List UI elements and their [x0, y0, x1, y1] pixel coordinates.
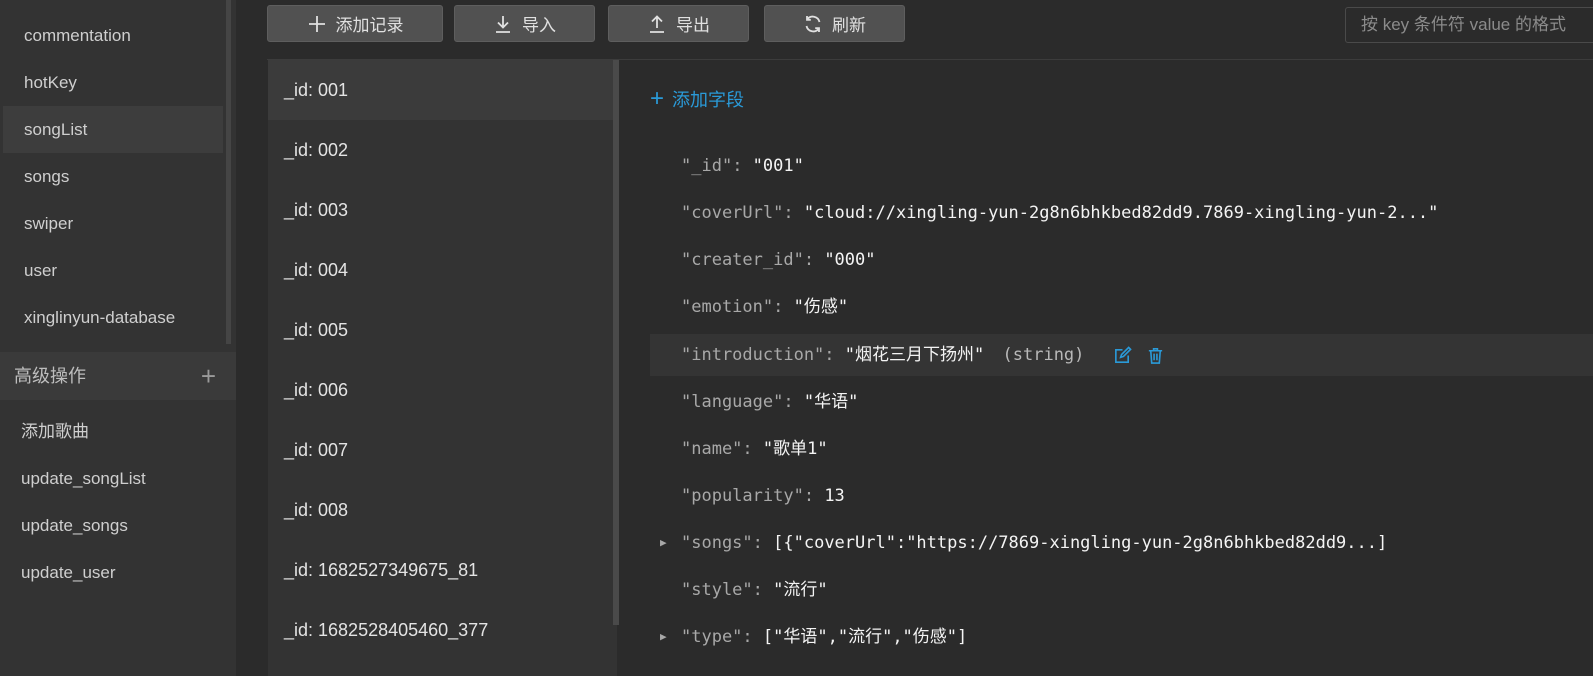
field-value: "烟花三月下扬州" [844, 345, 985, 365]
record-list: _id: 001 _id: 002 _id: 003 _id: 004 _id:… [268, 60, 617, 676]
collection-list: commentation hotKey songList songs swipe… [0, 12, 228, 341]
sidebar: commentation hotKey songList songs swipe… [0, 0, 236, 676]
record-item[interactable]: _id: 005 [268, 300, 617, 360]
add-field-label: 添加字段 [672, 90, 745, 110]
field-value: "伤感" [793, 297, 849, 317]
record-item[interactable]: _id: 1682527349675_81 [268, 540, 617, 600]
record-item[interactable]: _id: 007 [268, 420, 617, 480]
add-operation-icon[interactable]: + [201, 352, 216, 400]
field-key: "language" [681, 392, 784, 412]
import-button[interactable]: 导入 [454, 5, 595, 42]
record-item[interactable]: _id: 1682528405460_377 [268, 600, 617, 660]
record-item[interactable]: _id: 006 [268, 360, 617, 420]
advanced-operations-header: 高级操作 + [0, 352, 236, 400]
field-row-type[interactable]: ▶ "type": ["华语","流行","伤感"] [650, 617, 1593, 657]
operation-item-update-user[interactable]: update_user [0, 549, 220, 596]
field-row-creater-id[interactable]: "creater_id": "000" [650, 240, 1593, 280]
field-row-name[interactable]: "name": "歌单1" [650, 429, 1593, 469]
plus-icon [308, 15, 325, 32]
collection-item-user[interactable]: user [3, 247, 223, 294]
operation-item-update-songs[interactable]: update_songs [0, 502, 220, 549]
refresh-label: 刷新 [832, 16, 866, 35]
field-key: "style" [681, 580, 753, 600]
field-row-introduction[interactable]: "introduction": "烟花三月下扬州" (string) [650, 334, 1593, 376]
field-actions [1113, 345, 1165, 365]
field-value: "华语" [803, 392, 859, 412]
collection-item-songlist[interactable]: songList [3, 106, 223, 153]
field-value: 13 [824, 486, 845, 506]
record-item[interactable]: _id: 003 [268, 180, 617, 240]
sidebar-scrollbar[interactable] [226, 0, 231, 344]
field-row-emotion[interactable]: "emotion": "伤感" [650, 287, 1593, 327]
advanced-operations-title: 高级操作 [14, 366, 86, 386]
collection-item-commentation[interactable]: commentation [3, 12, 223, 59]
edit-icon[interactable] [1113, 345, 1132, 365]
record-list-scrollbar[interactable] [613, 60, 619, 625]
expand-triangle-icon[interactable]: ▶ [660, 523, 667, 563]
field-value: "000" [824, 250, 876, 270]
plus-icon: + [650, 85, 665, 112]
field-key: "creater_id" [681, 250, 804, 270]
field-key: "type" [681, 627, 743, 647]
advanced-operations-list: 添加歌曲 update_songList update_songs update… [0, 408, 228, 596]
collection-item-songs[interactable]: songs [3, 153, 223, 200]
search-input[interactable] [1345, 7, 1593, 43]
field-key: "songs" [681, 533, 753, 553]
field-value: [{"coverUrl":"https://7869-xingling-yun-… [773, 533, 1388, 553]
add-record-label: 添加记录 [335, 16, 404, 35]
operation-item-add-song[interactable]: 添加歌曲 [0, 408, 220, 455]
field-value: "001" [752, 156, 804, 176]
field-key: "_id" [681, 156, 733, 176]
collection-item-hotkey[interactable]: hotKey [3, 59, 223, 106]
record-item[interactable]: _id: 002 [268, 120, 617, 180]
field-value: ["华语","流行","伤感"] [762, 627, 968, 647]
record-item[interactable]: _id: 001 [268, 60, 617, 120]
field-value: "流行" [773, 580, 828, 600]
export-label: 导出 [676, 16, 710, 35]
add-record-button[interactable]: 添加记录 [267, 5, 443, 42]
trash-icon[interactable] [1146, 346, 1165, 365]
field-type: (string) [1002, 345, 1085, 365]
field-value: "歌单1" [762, 439, 828, 459]
import-label: 导入 [522, 16, 556, 35]
record-item[interactable]: _id: 004 [268, 240, 617, 300]
field-key: "emotion" [681, 297, 774, 317]
field-row-popularity[interactable]: "popularity": 13 [650, 476, 1593, 516]
field-row-coverurl[interactable]: "coverUrl": "cloud://xingling-yun-2g8n6b… [650, 193, 1593, 233]
refresh-icon [805, 15, 821, 32]
download-icon [496, 15, 510, 33]
upload-icon [650, 14, 664, 33]
collection-item-swiper[interactable]: swiper [3, 200, 223, 247]
field-key: "introduction" [681, 345, 825, 365]
expand-triangle-icon[interactable]: ▶ [660, 617, 667, 657]
record-item[interactable]: _id: 008 [268, 480, 617, 540]
collection-item-xinglinyun-database[interactable]: xinglinyun-database [3, 294, 223, 341]
field-key: "popularity" [681, 486, 804, 506]
field-value: "cloud://xingling-yun-2g8n6bhkbed82dd9.7… [803, 203, 1439, 223]
field-row-id[interactable]: "_id": "001" [650, 146, 1593, 186]
field-row-songs[interactable]: ▶ "songs": [{"coverUrl":"https://7869-xi… [650, 523, 1593, 563]
field-key: "coverUrl" [681, 203, 784, 223]
add-field-button[interactable]: + 添加字段 [650, 86, 744, 112]
refresh-button[interactable]: 刷新 [764, 5, 905, 42]
field-row-language[interactable]: "language": "华语" [650, 382, 1593, 422]
field-key: "name" [681, 439, 743, 459]
record-detail-panel: + 添加字段 "_id": "001" "coverUrl": "cloud:/… [620, 60, 1593, 676]
export-button[interactable]: 导出 [608, 5, 749, 42]
operation-item-update-songlist[interactable]: update_songList [0, 455, 220, 502]
field-row-style[interactable]: "style": "流行" [650, 570, 1593, 610]
